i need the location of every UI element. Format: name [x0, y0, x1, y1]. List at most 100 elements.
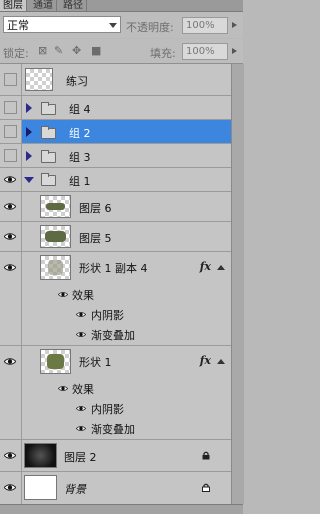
visibility-toggle[interactable] [0, 64, 22, 95]
visibility-toggle[interactable] [0, 120, 22, 143]
tab-channels[interactable]: 通道 [30, 0, 57, 11]
lock-transparent-icon[interactable]: ⊠ [38, 45, 47, 56]
eye-icon [4, 451, 16, 459]
eye-icon[interactable] [76, 331, 86, 338]
layer-row-group-1[interactable]: 组 1 [0, 168, 231, 192]
effect-item-inner-shadow[interactable]: 内阴影 [0, 304, 231, 324]
visibility-toggle [0, 398, 22, 418]
expand-triangle-icon[interactable] [26, 151, 32, 161]
fill-field[interactable]: 100% [182, 43, 237, 60]
layer-row-shape-1[interactable]: 形状 1 fx [0, 346, 231, 378]
blend-mode-select[interactable]: 正常 [3, 16, 121, 33]
thumbnail-shape [47, 354, 64, 369]
visibility-toggle[interactable] [0, 144, 22, 167]
eye-icon[interactable] [58, 385, 68, 392]
effect-name: 渐变叠加 [91, 329, 135, 342]
layer-thumbnail [40, 349, 71, 374]
layer-row-group-4[interactable]: 组 4 [0, 96, 231, 120]
visibility-toggle[interactable] [0, 96, 22, 119]
expand-triangle-icon[interactable] [26, 127, 32, 137]
layer-row-practice[interactable]: 练习 [0, 64, 231, 96]
eye-icon [4, 175, 16, 183]
brush-icon[interactable]: ✎ [54, 45, 63, 56]
thumbnail-shape [45, 231, 66, 242]
visibility-toggle[interactable] [0, 440, 22, 471]
thumbnail-shape [46, 203, 65, 210]
folder-icon [41, 173, 56, 186]
layer-name: 练习 [66, 75, 88, 88]
layer-name: 组 2 [69, 127, 91, 140]
move-icon[interactable]: ✥ [72, 45, 81, 56]
lock-icon [202, 483, 210, 492]
eye-icon [4, 264, 16, 271]
layer-thumbnail [40, 225, 71, 248]
effect-item-gradient-overlay[interactable]: 渐变叠加 [0, 324, 231, 346]
layer-name: 组 3 [69, 151, 91, 164]
layer-thumbnail [24, 475, 57, 500]
empty-eye-box [4, 148, 17, 162]
opacity-field[interactable]: 100% [182, 17, 237, 34]
opacity-label: 不透明度: [126, 21, 174, 34]
visibility-toggle [0, 304, 22, 324]
lock-label: 锁定: [3, 47, 29, 60]
eye-icon[interactable] [76, 311, 86, 318]
eye-icon[interactable] [76, 425, 86, 432]
folder-icon [41, 126, 56, 139]
layer-thumbnail [25, 68, 53, 91]
fill-value: 100% [186, 46, 215, 57]
layer-name: 图层 2 [64, 451, 97, 464]
empty-eye-box [4, 100, 17, 114]
effect-item-inner-shadow[interactable]: 内阴影 [0, 398, 231, 418]
effects-row[interactable]: 效果 [0, 378, 231, 398]
visibility-toggle[interactable] [0, 168, 22, 191]
lock-icon [202, 451, 210, 460]
layer-thumbnail [40, 195, 71, 218]
eye-icon [4, 202, 16, 210]
fx-icon[interactable]: fx [200, 260, 211, 273]
layer-row-shape-copy-4[interactable]: 形状 1 副本 4 fx [0, 252, 231, 284]
layer-row-layer-5[interactable]: 图层 5 [0, 222, 231, 252]
layer-name: 背景 [64, 483, 86, 496]
dropdown-arrow-icon [109, 23, 117, 28]
effects-label: 效果 [72, 383, 94, 396]
fx-icon[interactable]: fx [200, 354, 211, 367]
layer-row-group-3[interactable]: 组 3 [0, 144, 231, 168]
layer-row-layer-6[interactable]: 图层 6 [0, 192, 231, 222]
effect-name: 内阴影 [91, 403, 124, 416]
layer-thumbnail [24, 443, 57, 468]
collapse-effects-icon[interactable] [217, 359, 225, 364]
eye-icon [4, 358, 16, 365]
folder-icon [41, 102, 56, 115]
effect-name: 渐变叠加 [91, 423, 135, 436]
collapse-triangle-icon[interactable] [24, 177, 34, 183]
fill-label: 填充: [150, 47, 176, 60]
visibility-toggle[interactable] [0, 472, 22, 504]
tab-layers[interactable]: 图层 [0, 0, 27, 11]
visibility-toggle[interactable] [0, 222, 22, 251]
eye-icon[interactable] [76, 405, 86, 412]
fill-arrow-icon[interactable] [232, 48, 237, 54]
effect-item-gradient-overlay[interactable]: 渐变叠加 [0, 418, 231, 440]
effect-name: 内阴影 [91, 309, 124, 322]
lock-all-icon[interactable]: ■ [91, 45, 101, 56]
layer-name: 形状 1 副本 4 [79, 262, 148, 275]
layer-name: 形状 1 [79, 356, 112, 369]
layer-row-layer-2[interactable]: 图层 2 [0, 440, 231, 472]
tab-paths[interactable]: 路径 [60, 0, 87, 11]
opacity-arrow-icon[interactable] [232, 22, 237, 28]
layer-thumbnail [40, 255, 71, 280]
visibility-toggle[interactable] [0, 346, 22, 378]
collapse-effects-icon[interactable] [217, 265, 225, 270]
scrollbar[interactable] [231, 64, 244, 504]
visibility-toggle [0, 418, 22, 439]
opacity-value: 100% [186, 20, 215, 31]
layer-row-background[interactable]: 背景 [0, 472, 231, 504]
eye-icon[interactable] [58, 291, 68, 298]
visibility-toggle[interactable] [0, 192, 22, 221]
expand-triangle-icon[interactable] [26, 103, 32, 113]
effects-row[interactable]: 效果 [0, 284, 231, 304]
layer-row-group-2[interactable]: 组 2 [0, 120, 231, 144]
visibility-toggle[interactable] [0, 252, 22, 284]
layer-name: 图层 5 [79, 232, 112, 245]
visibility-toggle [0, 284, 22, 304]
